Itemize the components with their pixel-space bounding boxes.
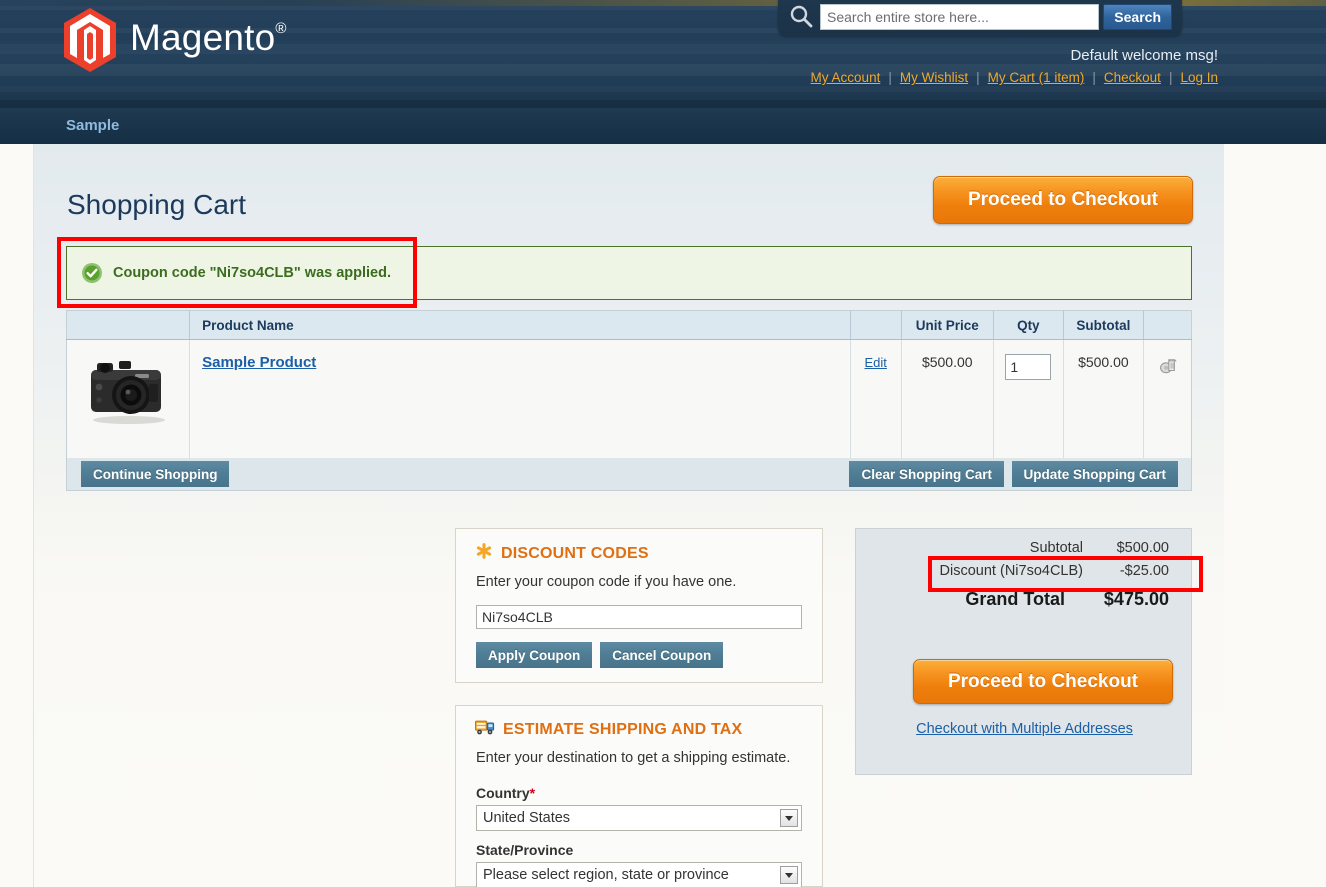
qty-input[interactable] xyxy=(1005,354,1052,380)
column-header-remove xyxy=(1143,310,1192,340)
estimate-shipping-panel: ESTIMATE SHIPPING AND TAX Enter your des… xyxy=(455,705,823,887)
cell-product-image xyxy=(66,339,191,462)
search-button[interactable]: Search xyxy=(1103,4,1172,30)
header-streak xyxy=(0,100,1326,108)
column-header-qty: Qty xyxy=(993,310,1064,340)
subtotal-label: Subtotal xyxy=(1029,540,1083,556)
header-link-my-wishlist[interactable]: My Wishlist xyxy=(900,70,968,85)
column-header-image xyxy=(66,310,191,340)
chevron-down-icon[interactable] xyxy=(780,866,798,884)
shipping-panel-header: ESTIMATE SHIPPING AND TAX xyxy=(475,719,822,741)
cell-unit-price: $500.00 xyxy=(901,339,994,462)
welcome-message: Default welcome msg! xyxy=(1070,47,1218,64)
asterisk-icon xyxy=(475,542,493,565)
update-shopping-cart-button[interactable]: Update Shopping Cart xyxy=(1011,461,1178,487)
shipping-panel-subtitle: Enter your destination to get a shipping… xyxy=(476,750,791,766)
continue-shopping-button[interactable]: Continue Shopping xyxy=(81,461,230,487)
link-separator: | xyxy=(1168,70,1173,85)
header-links: My Account | My Wishlist | My Cart (1 it… xyxy=(811,70,1218,85)
main-navigation: Sample xyxy=(0,108,1326,144)
shopping-cart-table: Product Name Unit Price Qty Subtotal Sam… xyxy=(66,310,1192,462)
column-header-edit xyxy=(850,310,902,340)
cancel-coupon-button[interactable]: Cancel Coupon xyxy=(600,642,724,668)
table-row: Sample Product Edit $500.00 $500.00 xyxy=(66,339,1192,462)
product-name-link[interactable]: Sample Product xyxy=(202,354,316,371)
truck-icon xyxy=(475,719,495,741)
header-link-log-in[interactable]: Log In xyxy=(1180,70,1218,85)
magento-logo-icon xyxy=(62,8,118,72)
discount-label: Discount (Ni7so4CLB) xyxy=(939,563,1083,579)
success-check-icon xyxy=(81,262,103,284)
discount-panel-title: DISCOUNT CODES xyxy=(501,544,649,562)
edit-item-link[interactable]: Edit xyxy=(865,355,887,370)
grand-total-value: $475.00 xyxy=(1103,589,1169,609)
coupon-buttons: Apply Coupon Cancel Coupon xyxy=(476,642,724,668)
totals-row-grand-total: Grand Total $475.00 xyxy=(856,589,1191,610)
success-message: Coupon code "Ni7so4CLB" was applied. xyxy=(66,246,1192,300)
proceed-to-checkout-bottom-button[interactable]: Proceed to Checkout xyxy=(913,659,1173,704)
magento-shopping-cart-page: Magento® Search Default welcome msg! My … xyxy=(0,0,1326,887)
subtotal-value: $500.00 xyxy=(1116,540,1169,556)
country-label: Country* xyxy=(476,785,536,801)
discount-panel-header: DISCOUNT CODES xyxy=(475,542,822,565)
clear-shopping-cart-button[interactable]: Clear Shopping Cart xyxy=(849,461,1004,487)
checkout-multiple-addresses-link[interactable]: Checkout with Multiple Addresses xyxy=(856,721,1193,737)
discount-codes-panel: DISCOUNT CODES Enter your coupon code if… xyxy=(455,528,823,683)
coupon-code-input[interactable] xyxy=(476,605,802,629)
table-header-row: Product Name Unit Price Qty Subtotal xyxy=(66,310,1192,340)
success-message-text: Coupon code "Ni7so4CLB" was applied. xyxy=(113,265,392,281)
shipping-panel-title: ESTIMATE SHIPPING AND TAX xyxy=(503,721,743,738)
logo-wordmark: Magento xyxy=(130,17,276,58)
search-input[interactable] xyxy=(820,4,1100,30)
page-title: Shopping Cart xyxy=(67,189,247,220)
header-link-my-account[interactable]: My Account xyxy=(811,70,881,85)
search-icon xyxy=(788,3,814,29)
registered-mark: ® xyxy=(275,19,287,37)
state-label: State/Province xyxy=(476,842,574,858)
cell-subtotal: $500.00 xyxy=(1063,339,1144,462)
column-header-unit-price: Unit Price xyxy=(901,310,994,340)
nav-item-sample[interactable]: Sample xyxy=(66,117,119,134)
site-header: Magento® Search Default welcome msg! My … xyxy=(0,0,1326,108)
site-logo[interactable]: Magento® xyxy=(62,8,287,72)
logo-text: Magento® xyxy=(130,17,287,59)
cart-totals-panel: Subtotal $500.00 Discount (Ni7so4CLB) -$… xyxy=(855,528,1192,775)
chevron-down-icon[interactable] xyxy=(780,809,798,827)
grand-total-label: Grand Total xyxy=(965,589,1065,609)
cart-footer-actions: Continue Shopping Clear Shopping Cart Up… xyxy=(66,458,1192,491)
state-select[interactable]: Please select region, state or province xyxy=(476,862,802,887)
cell-remove xyxy=(1143,339,1192,462)
discount-panel-subtitle: Enter your coupon code if you have one. xyxy=(476,574,737,590)
trash-icon[interactable] xyxy=(1156,359,1178,379)
link-separator: | xyxy=(1092,70,1096,85)
required-asterisk: * xyxy=(529,785,536,801)
link-separator: | xyxy=(976,70,980,85)
search-container: Search xyxy=(778,0,1182,36)
apply-coupon-button[interactable]: Apply Coupon xyxy=(476,642,593,668)
header-streak xyxy=(0,86,1326,92)
cell-product-name: Sample Product xyxy=(189,339,851,462)
cell-qty xyxy=(993,339,1064,462)
country-select[interactable]: United States xyxy=(476,805,802,831)
column-header-subtotal: Subtotal xyxy=(1063,310,1144,340)
country-select-value: United States xyxy=(483,810,571,826)
header-link-checkout[interactable]: Checkout xyxy=(1104,70,1161,85)
totals-row-subtotal: Subtotal $500.00 xyxy=(856,540,1191,556)
proceed-to-checkout-top-button[interactable]: Proceed to Checkout xyxy=(933,176,1193,224)
totals-row-discount: Discount (Ni7so4CLB) -$25.00 xyxy=(856,563,1191,579)
state-select-value: Please select region, state or province xyxy=(483,867,729,883)
header-link-my-cart[interactable]: My Cart (1 item) xyxy=(988,70,1085,85)
column-header-product-name: Product Name xyxy=(189,310,851,340)
cell-edit: Edit xyxy=(850,339,902,462)
link-separator: | xyxy=(888,70,892,85)
camera-thumbnail-icon[interactable] xyxy=(83,361,173,429)
discount-value: -$25.00 xyxy=(1119,563,1169,579)
